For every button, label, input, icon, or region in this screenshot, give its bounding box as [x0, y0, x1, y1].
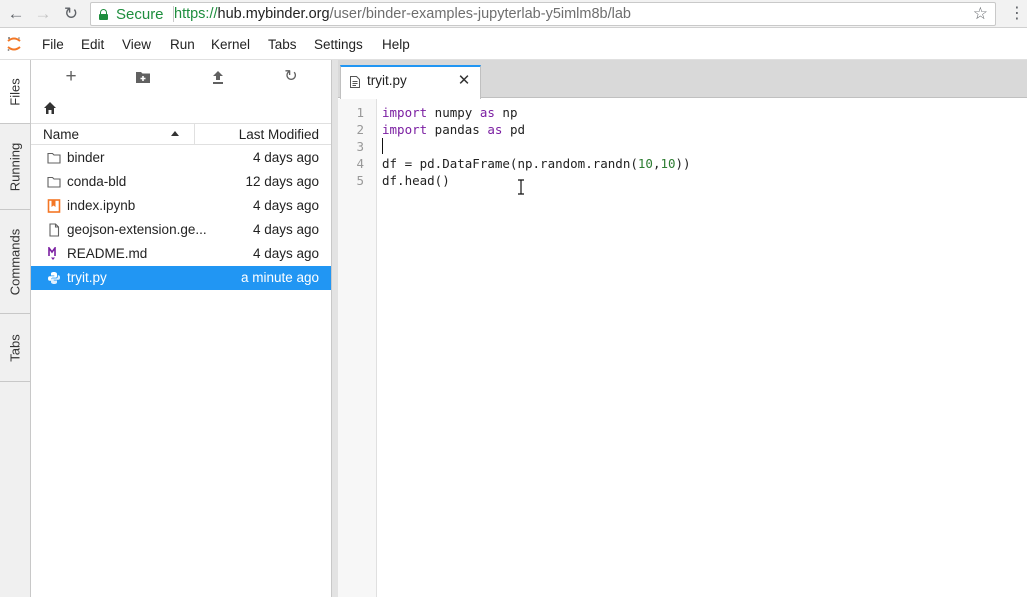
- file-list-header: Name Last Modified: [31, 123, 331, 145]
- line-number: 1: [356, 105, 364, 120]
- code-line[interactable]: import pandas as pd: [382, 122, 525, 137]
- file-modified: a minute ago: [240, 270, 319, 285]
- file-browser-toolbar: + ↻: [31, 60, 331, 94]
- sort-ascending-icon: [171, 131, 179, 136]
- file-row-index-ipynb[interactable]: index.ipynb 4 days ago: [31, 194, 331, 218]
- star-icon[interactable]: ☆: [973, 4, 988, 24]
- file-icon: [49, 223, 60, 237]
- back-arrow-icon[interactable]: ←: [6, 4, 26, 24]
- file-name: conda-bld: [67, 174, 127, 189]
- upload-icon[interactable]: [211, 70, 225, 85]
- menu-bar: File Edit View Run Kernel Tabs Settings …: [0, 29, 1027, 60]
- file-row-geojson[interactable]: geojson-extension.ge... 4 days ago: [31, 218, 331, 242]
- code-token: df.head(): [382, 173, 450, 188]
- new-folder-icon[interactable]: [135, 70, 151, 84]
- file-modified: 4 days ago: [252, 150, 319, 165]
- file-row-conda-bld[interactable]: conda-bld 12 days ago: [31, 170, 331, 194]
- code-token: numpy: [427, 105, 480, 120]
- code-line[interactable]: df.head(): [382, 173, 450, 188]
- file-name: tryit.py: [67, 270, 107, 285]
- menu-file[interactable]: File: [42, 37, 64, 52]
- kebab-menu-icon[interactable]: ⋮: [1009, 4, 1025, 24]
- lock-icon: [99, 9, 108, 20]
- url-path: /user/binder-examples-jupyterlab-y5imlm8…: [329, 6, 631, 22]
- file-modified: 4 days ago: [252, 222, 319, 237]
- new-launcher-icon[interactable]: +: [61, 67, 81, 87]
- url-host: hub.mybinder.org: [217, 6, 330, 22]
- menu-kernel[interactable]: Kernel: [211, 37, 250, 52]
- notebook-icon: [47, 199, 61, 213]
- file-row-binder[interactable]: binder 4 days ago: [31, 146, 331, 170]
- menu-view[interactable]: View: [122, 37, 151, 52]
- code-token: )): [675, 156, 691, 171]
- line-number: 2: [356, 122, 364, 137]
- code-token: pandas: [427, 122, 488, 137]
- tab-running[interactable]: Running: [0, 124, 30, 210]
- home-icon[interactable]: [43, 101, 57, 115]
- markdown-icon: [48, 247, 56, 260]
- menu-edit[interactable]: Edit: [81, 37, 104, 52]
- file-name: README.md: [67, 246, 148, 261]
- line-number: 4: [356, 156, 364, 171]
- text-file-icon: [350, 76, 360, 88]
- menu-settings[interactable]: Settings: [314, 37, 363, 52]
- code-token: pd: [502, 122, 526, 137]
- file-row-readme[interactable]: README.md 4 days ago: [31, 242, 331, 266]
- code-token: 10: [660, 156, 676, 171]
- document-tab-bar: tryit.py ✕: [338, 60, 1027, 99]
- file-modified: 4 days ago: [252, 198, 319, 213]
- line-number: 3: [356, 139, 364, 154]
- menu-tabs[interactable]: Tabs: [268, 37, 297, 52]
- forward-arrow-icon[interactable]: →: [33, 4, 53, 24]
- tab-commands[interactable]: Commands: [0, 210, 30, 314]
- python-icon: [48, 272, 60, 284]
- code-token: df = pd.DataFrame(np.random.randn(: [382, 156, 638, 171]
- code-token: as: [479, 105, 495, 120]
- jupyter-logo-icon: [7, 37, 21, 51]
- menu-run[interactable]: Run: [170, 37, 195, 52]
- code-token: 10: [637, 156, 653, 171]
- close-icon[interactable]: ✕: [457, 71, 471, 89]
- tab-files[interactable]: Files: [0, 60, 30, 124]
- column-name[interactable]: Name: [43, 127, 79, 142]
- folder-icon: [47, 152, 61, 164]
- code-token: np: [494, 105, 518, 120]
- main-dock-area: tryit.py ✕ 1 2 3 4 5 import numpy as np …: [338, 60, 1027, 597]
- file-name: geojson-extension.ge...: [67, 222, 207, 237]
- code-editor[interactable]: 1 2 3 4 5 import numpy as np import pand…: [338, 99, 1027, 597]
- column-last-modified[interactable]: Last Modified: [239, 127, 319, 142]
- tab-label: tryit.py: [367, 73, 407, 88]
- file-modified: 4 days ago: [252, 246, 319, 261]
- file-name: index.ipynb: [67, 198, 136, 213]
- left-sidebar-tabs: Files Running Commands Tabs: [0, 60, 31, 597]
- folder-icon: [47, 176, 61, 188]
- mouse-ibeam-cursor-icon: [518, 179, 524, 195]
- menu-help[interactable]: Help: [382, 37, 410, 52]
- file-browser: + ↻ Name Last Modified binder 4 days ago…: [31, 60, 331, 597]
- column-divider[interactable]: [194, 124, 195, 145]
- address-bar[interactable]: Secure https://hub.mybinder.org/user/bin…: [90, 2, 996, 26]
- url-scheme: https://: [174, 6, 218, 22]
- tab-tryit-py[interactable]: tryit.py ✕: [340, 65, 481, 99]
- panel-splitter[interactable]: [331, 60, 338, 597]
- code-line[interactable]: import numpy as np: [382, 105, 517, 120]
- file-row-tryit-py[interactable]: tryit.py a minute ago: [31, 266, 331, 290]
- file-modified: 12 days ago: [245, 174, 319, 189]
- secure-label: Secure: [116, 6, 164, 23]
- code-token: import: [382, 122, 428, 137]
- refresh-icon[interactable]: ↻: [281, 67, 301, 87]
- url-text[interactable]: https://hub.mybinder.org/user/binder-exa…: [174, 6, 631, 22]
- reload-icon[interactable]: ↻: [61, 4, 81, 24]
- file-name: binder: [67, 150, 105, 165]
- text-cursor: [382, 138, 383, 154]
- browser-toolbar: ← → ↻ Secure https://hub.mybinder.org/us…: [0, 0, 1027, 28]
- code-line[interactable]: df = pd.DataFrame(np.random.randn(10,10)…: [382, 156, 691, 171]
- tab-tabs[interactable]: Tabs: [0, 314, 30, 382]
- code-token: import: [382, 105, 428, 120]
- code-token: as: [487, 122, 503, 137]
- line-number: 5: [356, 173, 364, 188]
- line-number-gutter: 1 2 3 4 5: [338, 99, 377, 597]
